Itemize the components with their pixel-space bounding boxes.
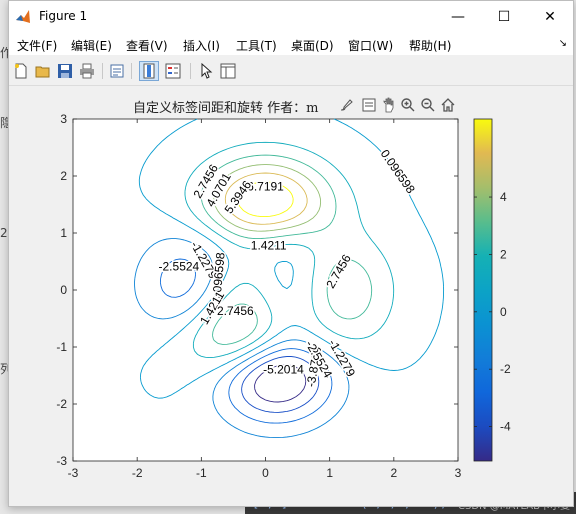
- y-tick-label: -1: [56, 340, 67, 354]
- figure-window: Figure 1 — ☐ ✕ 文件(F) 编辑(E) 查看(V) 插入(I) 工…: [8, 0, 574, 507]
- colorbar-tick-label: 2: [500, 247, 507, 261]
- colorbar-tick-label: 4: [500, 190, 507, 204]
- contour-plot[interactable]: 6.71915.39464.07012.7456 0.0965981.42112.…: [9, 1, 573, 506]
- colorbar: [473, 118, 493, 462]
- x-tick-label: 0: [262, 466, 269, 480]
- y-tick-label: 2: [60, 169, 67, 183]
- y-tick-label: 1: [60, 226, 67, 240]
- background-text: 2: [0, 226, 8, 240]
- y-tick-label: 0: [60, 283, 67, 297]
- x-tick-label: -1: [196, 466, 207, 480]
- contour-label: 2.7456: [217, 304, 254, 318]
- y-tick-label: 3: [60, 112, 67, 126]
- colorbar-tick-label: -2: [500, 362, 511, 376]
- x-tick-label: 1: [326, 466, 333, 480]
- colorbar-tick-label: 0: [500, 305, 507, 319]
- x-tick-label: 3: [455, 466, 462, 480]
- x-tick-label: -3: [68, 466, 79, 480]
- contour-label: 1.4211: [251, 238, 287, 252]
- contour-label: -2.5524: [159, 259, 200, 273]
- contour-label: -5.2014: [263, 363, 304, 377]
- colorbar-tick-label: -4: [500, 420, 511, 434]
- y-tick-label: -2: [56, 397, 67, 411]
- x-tick-label: -2: [132, 466, 143, 480]
- y-tick-label: -3: [56, 454, 67, 468]
- x-tick-label: 2: [390, 466, 397, 480]
